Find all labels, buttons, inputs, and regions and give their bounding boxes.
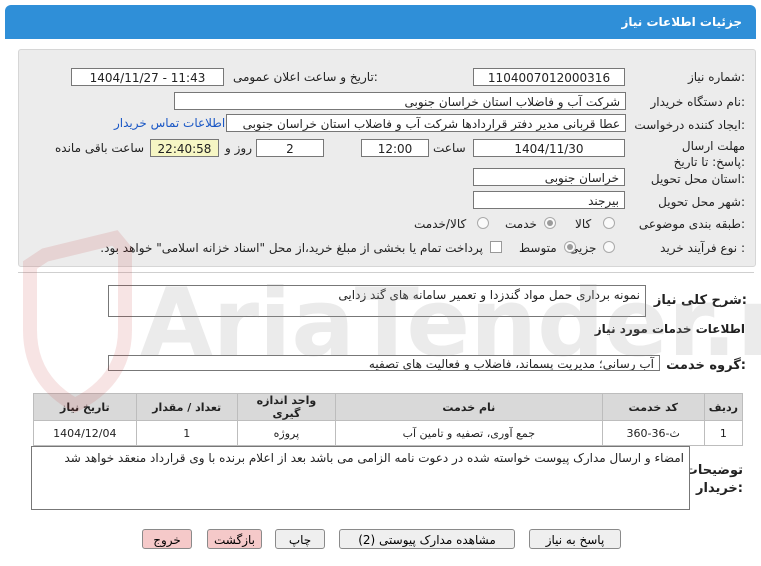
buyer-contact-link[interactable]: اطلاعات تماس خریدار xyxy=(114,116,225,130)
treasury-payment-checkbox[interactable] xyxy=(490,241,502,253)
print-button[interactable]: چاپ xyxy=(275,529,325,549)
requester-label: ایجاد کننده درخواست: xyxy=(634,118,745,132)
col-service-code: کد خدمت xyxy=(601,393,705,421)
remaining-time-label: ساعت باقی مانده xyxy=(55,141,145,155)
summary-label: شرح کلی نیاز: xyxy=(653,293,747,308)
treasury-payment-note: پرداخت تمام یا بخشی از مبلغ خرید،از محل … xyxy=(100,241,483,255)
deadline-time-label: ساعت xyxy=(433,141,466,155)
summary-field: نمونه برداری حمل مواد گندزدا و تعمیر سام… xyxy=(108,285,646,317)
table-row: 1 ث-36-360 جمع آوری، تصفیه و تامین آب پر… xyxy=(33,420,744,446)
buyer-org-field: شرکت آب و فاضلاب استان خراسان جنوبی xyxy=(174,92,626,110)
category-option-goods-label: کالا xyxy=(575,217,592,231)
col-quantity: تعداد / مقدار xyxy=(135,393,238,421)
delivery-province-field: خراسان جنوبی xyxy=(473,168,625,186)
exit-button[interactable]: خروج xyxy=(142,529,192,549)
purchase-type-label: نوع فرآیند خرید : xyxy=(660,241,745,255)
delivery-city-label: شهر محل تحویل: xyxy=(658,195,745,209)
reply-button[interactable]: پاسخ به نیاز xyxy=(529,529,621,549)
cell-need-date: 1404/12/04 xyxy=(33,420,137,446)
service-group-field: آب رسانی؛ مدیریت پسماند، فاضلاب و فعالیت… xyxy=(108,355,660,371)
deadline-date-field: 1404/11/30 xyxy=(473,139,625,157)
category-option-goods-radio[interactable] xyxy=(603,217,615,229)
attachments-button[interactable]: مشاهده مدارک پیوستی (2) xyxy=(339,529,515,549)
category-option-service-label: خدمت xyxy=(505,217,537,231)
need-number-field: 1104007012000316 xyxy=(473,68,625,86)
deadline-time-field: 12:00 xyxy=(361,139,429,157)
buyer-notes-field: امضاء و ارسال مدارک پیوست خواسته شده در … xyxy=(31,446,690,510)
purchase-option-minor-radio[interactable] xyxy=(603,241,615,253)
delivery-province-label: استان محل تحویل: xyxy=(650,172,745,186)
deadline-days-label: روز و xyxy=(225,141,252,155)
category-option-service-radio[interactable] xyxy=(544,217,556,229)
cell-service-name: جمع آوری، تصفیه و تامین آب xyxy=(335,420,603,446)
col-need-date: تاریخ نیاز xyxy=(33,393,137,421)
need-number-label: شماره نیاز: xyxy=(687,70,745,84)
purchase-option-medium-radio[interactable] xyxy=(564,241,576,253)
table-header-row: ردیف کد خدمت نام خدمت واحد اندازه گیری ت… xyxy=(33,393,744,421)
requester-field: عطا قربانی مدیر دفتر قراردادها شرکت آب و… xyxy=(226,114,626,132)
cell-unit: پروژه xyxy=(236,420,337,446)
buyer-notes-label: توضیحات خریدار: xyxy=(684,463,743,496)
deadline-days-field: 2 xyxy=(256,139,324,157)
buyer-org-label: نام دستگاه خریدار: xyxy=(650,95,746,109)
category-label: طبقه بندی موضوعی: xyxy=(638,217,745,231)
announce-datetime-label: تاریخ و ساعت اعلان عمومی: xyxy=(233,70,378,84)
services-table: ردیف کد خدمت نام خدمت واحد اندازه گیری ت… xyxy=(33,393,744,446)
back-button[interactable]: بازگشت xyxy=(207,529,262,549)
cell-service-code: ث-36-360 xyxy=(601,420,705,446)
cell-row-number: 1 xyxy=(703,420,744,446)
col-unit: واحد اندازه گیری xyxy=(236,393,337,421)
cell-quantity: 1 xyxy=(135,420,238,446)
delivery-city-field: بیرجند xyxy=(473,191,625,209)
deadline-label: مهلت ارسال پاسخ: تا تاریخ: xyxy=(673,139,745,169)
category-option-both-label: کالا/خدمت xyxy=(414,217,467,231)
col-row-number: ردیف xyxy=(703,393,744,421)
services-section-title: اطلاعات خدمات مورد نیاز xyxy=(594,322,745,336)
remaining-time-field: 22:40:58 xyxy=(150,139,219,157)
section-divider xyxy=(18,272,754,273)
purchase-option-medium-label: متوسط xyxy=(519,241,557,255)
page-header: جزئیات اطلاعات نیاز xyxy=(5,5,756,39)
announce-datetime-field: 1404/11/27 - 11:43 xyxy=(71,68,224,86)
service-group-label: گروه خدمت: xyxy=(666,358,746,373)
page-title: جزئیات اطلاعات نیاز xyxy=(621,15,742,29)
category-option-both-radio[interactable] xyxy=(477,217,489,229)
col-service-name: نام خدمت xyxy=(335,393,603,421)
